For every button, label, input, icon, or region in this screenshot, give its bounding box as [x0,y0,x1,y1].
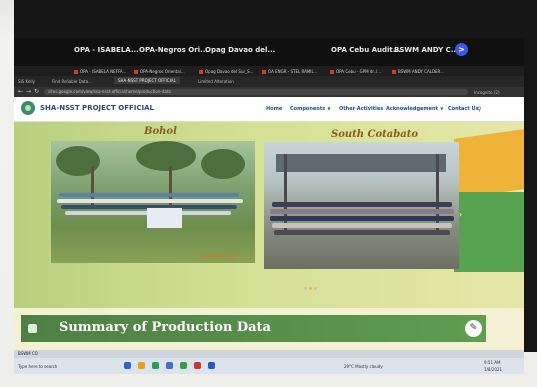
nav-home[interactable]: Home [266,106,282,112]
nav-acknowledgement[interactable]: Acknowledgement ∨ [386,106,444,112]
zoom-icon[interactable] [166,362,173,369]
bookmark-icon [330,70,334,74]
edit-pencil-icon[interactable]: ✎ [465,320,482,337]
taskbar-search[interactable]: Type here to search [18,364,57,369]
bookmark-icon [199,70,203,74]
nav-contact-us[interactable]: Contact Us [448,106,479,112]
location-label-south-cotabato: South Cotabato [331,129,419,140]
tab-sis-kelly[interactable]: SIS Kelly [18,79,35,84]
chat-icon[interactable] [28,324,37,333]
clock-date[interactable]: 1/8/2021 [484,367,502,372]
webpage: SHA-NSST PROJECT OFFICIAL Home Component… [14,97,524,350]
tab-sha-nsst-official[interactable]: SHA-NSST PROJECT OFFICIAL [114,77,180,84]
group-people [272,202,452,207]
bookmark-icon [262,70,266,74]
participant-name[interactable]: Opag Davao del... [205,46,275,54]
summary-heading: Summary of Production Data [59,320,271,335]
browser-tab-strip: SIS Kelly Find Reliable Data... SHA-NSST… [14,76,524,87]
bookmark-item[interactable]: OA ENGR - STEL RAMIL... [262,69,318,74]
location-label-bohol: Bohol [144,126,177,137]
group-people [274,230,450,235]
bookmark-item[interactable]: OPA Cebu - GPM dr..I... [330,69,381,74]
shelter-pole [284,154,287,234]
bookmark-icon [392,70,396,74]
profile-label[interactable]: Incognito (2) [474,90,500,95]
group-people [270,209,454,214]
start-icon[interactable] [124,362,131,369]
file-explorer-icon[interactable] [138,362,145,369]
site-title[interactable]: SHA-NSST PROJECT OFFICIAL [40,104,154,112]
word-icon[interactable] [208,362,215,369]
group-people [57,199,243,203]
group-people [59,193,239,197]
participant-name[interactable]: OPA Cebu Audit... [331,46,401,54]
tab-find-reliable-data[interactable]: Find Reliable Data... [52,79,92,84]
decorative-stripe [454,129,524,199]
weather-status[interactable]: 29°C Mostly cloudy [344,364,383,369]
carousel-dot[interactable] [314,287,317,290]
window-label-strip: BSWM CO [14,350,524,358]
bookmark-item[interactable]: OPA - ISABELA NEFFA... [74,69,126,74]
bookmark-item[interactable]: BSWM ANDY CALDER... [392,69,444,74]
group-people [270,216,454,221]
screen: OPA - ISABELA... OPA-Negros Ori... Opag … [14,38,524,350]
address-bar: ← → ↻ sites.google.com/view/ssa-nsst-off… [14,87,524,97]
powerpoint-icon[interactable] [194,362,201,369]
palm-tree [136,141,196,171]
shelter-pole [436,154,439,234]
palm-tree [201,149,245,179]
meeting-participant-strip: OPA - ISABELA... OPA-Negros Ori... Opag … [14,38,524,66]
carousel-indicators [304,275,319,294]
forward-arrow-icon[interactable]: → [26,88,31,95]
tab-limited-alteration[interactable]: Limited Alteration [198,79,234,84]
chrome-icon[interactable] [152,362,159,369]
participant-name[interactable]: BSWM ANDY C... [394,46,459,54]
bookmarks-bar: OPA - ISABELA NEFFA... OPA-Negros Orient… [14,66,524,76]
nav-other-activities[interactable]: Other Activities [339,106,383,112]
chevron-right-icon: > [458,45,465,54]
bookmark-item[interactable]: Opag Davao del Sur_S... [199,69,253,74]
summary-section-banner: Summary of Production Data ✎ [21,315,486,342]
group-people [272,223,452,228]
decorative-stripe [454,192,524,272]
window-label[interactable]: BSWM CO [18,351,38,356]
site-header: SHA-NSST PROJECT OFFICIAL Home Component… [14,97,524,122]
participant-name[interactable]: OPA - ISABELA... [74,46,139,54]
bohol-group-photo[interactable]: 2021/09/08 09:59 [51,141,255,263]
more-participants-button[interactable]: > [455,43,468,56]
taskbar: Type here to search 29°C Mostly cloudy 9… [14,358,524,374]
site-logo-icon[interactable] [21,101,35,115]
nav-components[interactable]: Components ∨ [290,106,331,112]
reload-icon[interactable]: ↻ [34,88,39,95]
bookmark-item[interactable]: OPA-Negros Oriental... [134,69,185,74]
back-arrow-icon[interactable]: ← [18,88,23,95]
group-banner [147,208,182,228]
participant-name[interactable]: OPA-Negros Ori... [139,46,208,54]
bookmark-icon [74,70,78,74]
carousel-dot[interactable] [304,287,307,290]
south-cotabato-group-photo[interactable] [264,142,459,269]
clock-time[interactable]: 9:51 AM [484,360,500,365]
carousel-next-icon[interactable]: › [459,210,462,219]
shelter-roof [276,154,446,172]
excel-icon[interactable] [180,362,187,369]
photo-carousel: Bohol South Cotabato 2021/09/08 09:59 › … [14,122,524,342]
url-input[interactable]: sites.google.com/view/ssa-nsst-official/… [44,89,468,95]
search-icon[interactable]: ⚲ [477,106,481,113]
photo-timestamp: 2021/09/08 09:59 [201,254,237,259]
bookmark-icon [134,70,138,74]
carousel-dot-active[interactable] [309,287,312,290]
